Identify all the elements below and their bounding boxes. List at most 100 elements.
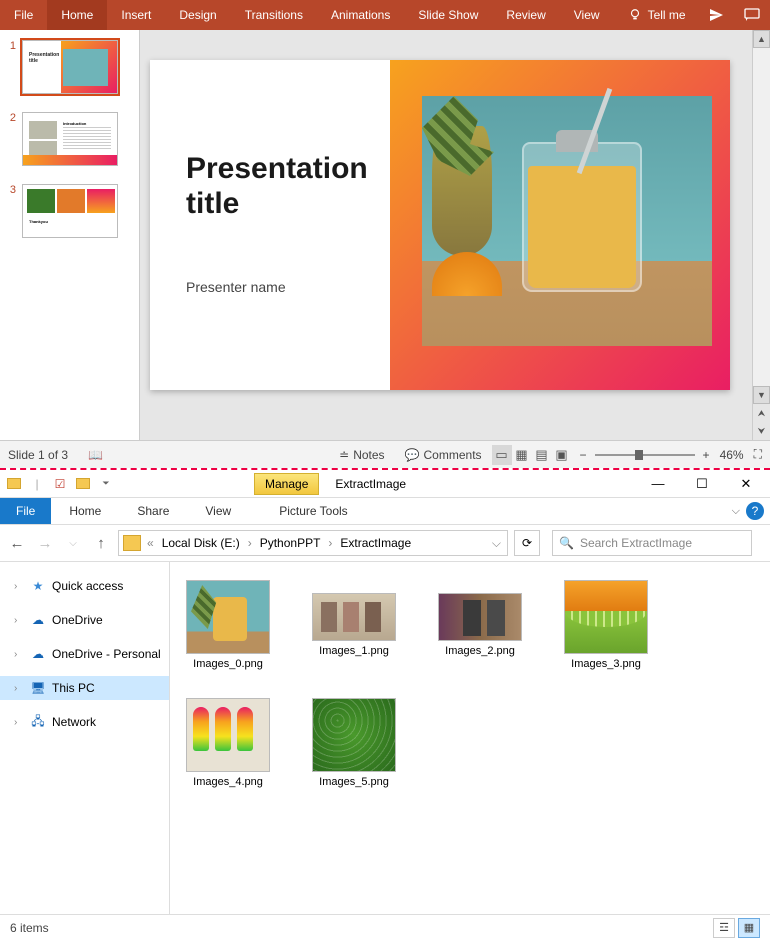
details-view-icon[interactable]: ☲ bbox=[713, 918, 735, 938]
comment-icon: 💬 bbox=[405, 448, 420, 462]
breadcrumb-separator[interactable]: › bbox=[326, 536, 334, 550]
qat-separator: | bbox=[27, 474, 47, 494]
tab-design[interactable]: Design bbox=[165, 0, 230, 30]
powerpoint-window: File Home Insert Design Transitions Anim… bbox=[0, 0, 770, 470]
reading-view-icon[interactable]: ▤ bbox=[532, 445, 552, 465]
minimize-button[interactable]: — bbox=[638, 472, 678, 496]
qat-dropdown-icon[interactable]: ⏷ bbox=[96, 474, 116, 494]
slide-thumbnail-2[interactable]: Introduction bbox=[22, 112, 118, 166]
slide-canvas[interactable]: Presentation title Presenter name bbox=[140, 30, 752, 440]
prev-slide-arrow[interactable]: ⮝ bbox=[753, 404, 770, 422]
slide[interactable]: Presentation title Presenter name bbox=[150, 60, 730, 390]
file-item[interactable]: Images_1.png bbox=[306, 580, 402, 670]
file-list[interactable]: Images_0.png Images_1.png Images_2.png bbox=[170, 562, 770, 914]
address-dropdown[interactable]: ⌵ bbox=[490, 536, 503, 551]
nav-onedrive[interactable]: › ☁ OneDrive bbox=[0, 608, 169, 632]
breadcrumb-separator[interactable]: « bbox=[145, 536, 156, 550]
up-button[interactable]: ↑ bbox=[90, 532, 112, 554]
search-box[interactable]: 🔍 Search ExtractImage bbox=[552, 530, 752, 556]
tab-home[interactable]: Home bbox=[47, 0, 107, 30]
recent-dropdown[interactable]: ⌵ bbox=[62, 532, 84, 554]
notes-button[interactable]: ≐ Notes bbox=[339, 448, 384, 462]
thumb-row-1: 1 Presentationtitle bbox=[0, 36, 139, 108]
address-bar[interactable]: « Local Disk (E:) › PythonPPT › ExtractI… bbox=[118, 530, 508, 556]
nav-network[interactable]: › 🖧 Network bbox=[0, 710, 169, 734]
nav-onedrive-personal[interactable]: › ☁ OneDrive - Personal bbox=[0, 642, 169, 666]
nav-label: Quick access bbox=[52, 579, 123, 593]
sorter-view-icon[interactable]: ▦ bbox=[512, 445, 532, 465]
breadcrumb-root[interactable]: Local Disk (E:) bbox=[158, 536, 244, 550]
nav-this-pc[interactable]: › 🖥 This PC bbox=[0, 676, 169, 700]
next-slide-arrow[interactable]: ⮟ bbox=[753, 422, 770, 440]
file-item[interactable]: Images_5.png bbox=[306, 698, 402, 788]
slideshow-view-icon[interactable]: ▣ bbox=[552, 445, 572, 465]
forward-button[interactable]: → bbox=[34, 532, 56, 554]
share-menu[interactable]: Share bbox=[119, 504, 187, 518]
breadcrumb-pythonppt[interactable]: PythonPPT bbox=[256, 536, 325, 550]
file-name: Images_3.png bbox=[571, 658, 641, 670]
expand-icon[interactable]: › bbox=[14, 649, 24, 660]
nav-quick-access[interactable]: › ★ Quick access bbox=[0, 574, 169, 598]
slide-thumbnail-1[interactable]: Presentationtitle bbox=[22, 40, 118, 94]
help-icon[interactable]: ? bbox=[746, 502, 764, 520]
tab-view[interactable]: View bbox=[560, 0, 614, 30]
share-icon[interactable] bbox=[708, 7, 724, 23]
view-menu[interactable]: View bbox=[187, 504, 249, 518]
file-menu[interactable]: File bbox=[0, 498, 51, 524]
ribbon: File Home Insert Design Transitions Anim… bbox=[0, 0, 770, 30]
tab-transitions[interactable]: Transitions bbox=[231, 0, 317, 30]
zoom-out-button[interactable]: − bbox=[580, 448, 587, 462]
thumb-number: 3 bbox=[6, 184, 22, 238]
expand-icon[interactable]: › bbox=[14, 683, 24, 694]
normal-view-icon[interactable]: ▭ bbox=[492, 445, 512, 465]
large-icons-view-icon[interactable]: ▦ bbox=[738, 918, 760, 938]
slide-subtitle[interactable]: Presenter name bbox=[186, 279, 390, 295]
star-icon: ★ bbox=[30, 579, 46, 593]
expand-icon[interactable]: › bbox=[14, 615, 24, 626]
maximize-button[interactable]: ☐ bbox=[682, 472, 722, 496]
folder-icon[interactable] bbox=[4, 474, 24, 494]
zoom-in-button[interactable]: + bbox=[703, 448, 710, 462]
slide-thumbnail-3[interactable]: Thankyou bbox=[22, 184, 118, 238]
file-item[interactable]: Images_2.png bbox=[432, 580, 528, 670]
tab-insert[interactable]: Insert bbox=[107, 0, 165, 30]
tab-file[interactable]: File bbox=[0, 0, 47, 30]
vertical-scrollbar[interactable]: ▲ ▼ ⮝ ⮟ bbox=[752, 30, 770, 440]
scroll-up-arrow[interactable]: ▲ bbox=[753, 30, 770, 48]
thumb-row-2: 2 Introduction bbox=[0, 108, 139, 180]
tab-animations[interactable]: Animations bbox=[317, 0, 404, 30]
expand-icon[interactable]: › bbox=[14, 717, 24, 728]
file-item[interactable]: Images_3.png bbox=[558, 580, 654, 670]
breadcrumb-separator[interactable]: › bbox=[246, 536, 254, 550]
spellcheck-icon[interactable]: 📖 bbox=[88, 448, 103, 462]
breadcrumb-extractimage[interactable]: ExtractImage bbox=[336, 536, 415, 550]
expand-icon[interactable]: › bbox=[14, 581, 24, 592]
search-icon: 🔍 bbox=[559, 536, 574, 550]
zoom-percent[interactable]: 46% bbox=[720, 448, 744, 462]
titlebar: | ☑ ⏷ Manage ExtractImage — ☐ ✕ bbox=[0, 470, 770, 498]
smoothie-image bbox=[422, 96, 712, 346]
fit-to-window-icon[interactable]: ⛶ bbox=[754, 447, 762, 462]
back-button[interactable]: ← bbox=[6, 532, 28, 554]
refresh-button[interactable]: ⟳ bbox=[514, 530, 540, 556]
close-button[interactable]: ✕ bbox=[726, 472, 766, 496]
slide-title[interactable]: Presentation title bbox=[186, 152, 390, 221]
file-item[interactable]: Images_4.png bbox=[180, 698, 276, 788]
manage-tab[interactable]: Manage bbox=[254, 473, 319, 495]
ribbon-collapse-icon[interactable]: ⌵ bbox=[732, 505, 740, 518]
file-item[interactable]: Images_0.png bbox=[180, 580, 276, 670]
ppt-body: 1 Presentationtitle 2 Introduction bbox=[0, 30, 770, 440]
cloud-icon: ☁ bbox=[30, 647, 46, 661]
picture-tools-menu[interactable]: Picture Tools bbox=[261, 504, 365, 518]
tellme-input[interactable]: Tell me bbox=[648, 8, 686, 22]
scroll-down-arrow[interactable]: ▼ bbox=[753, 386, 770, 404]
nav-pane: › ★ Quick access › ☁ OneDrive › ☁ OneDri… bbox=[0, 562, 170, 914]
home-menu[interactable]: Home bbox=[51, 504, 119, 518]
comments-button[interactable]: 💬 Comments bbox=[405, 448, 482, 462]
comments-icon[interactable] bbox=[744, 7, 760, 23]
properties-icon[interactable]: ☑ bbox=[50, 474, 70, 494]
new-folder-icon[interactable] bbox=[73, 474, 93, 494]
zoom-slider[interactable] bbox=[595, 454, 695, 456]
tab-review[interactable]: Review bbox=[492, 0, 559, 30]
tab-slideshow[interactable]: Slide Show bbox=[404, 0, 492, 30]
